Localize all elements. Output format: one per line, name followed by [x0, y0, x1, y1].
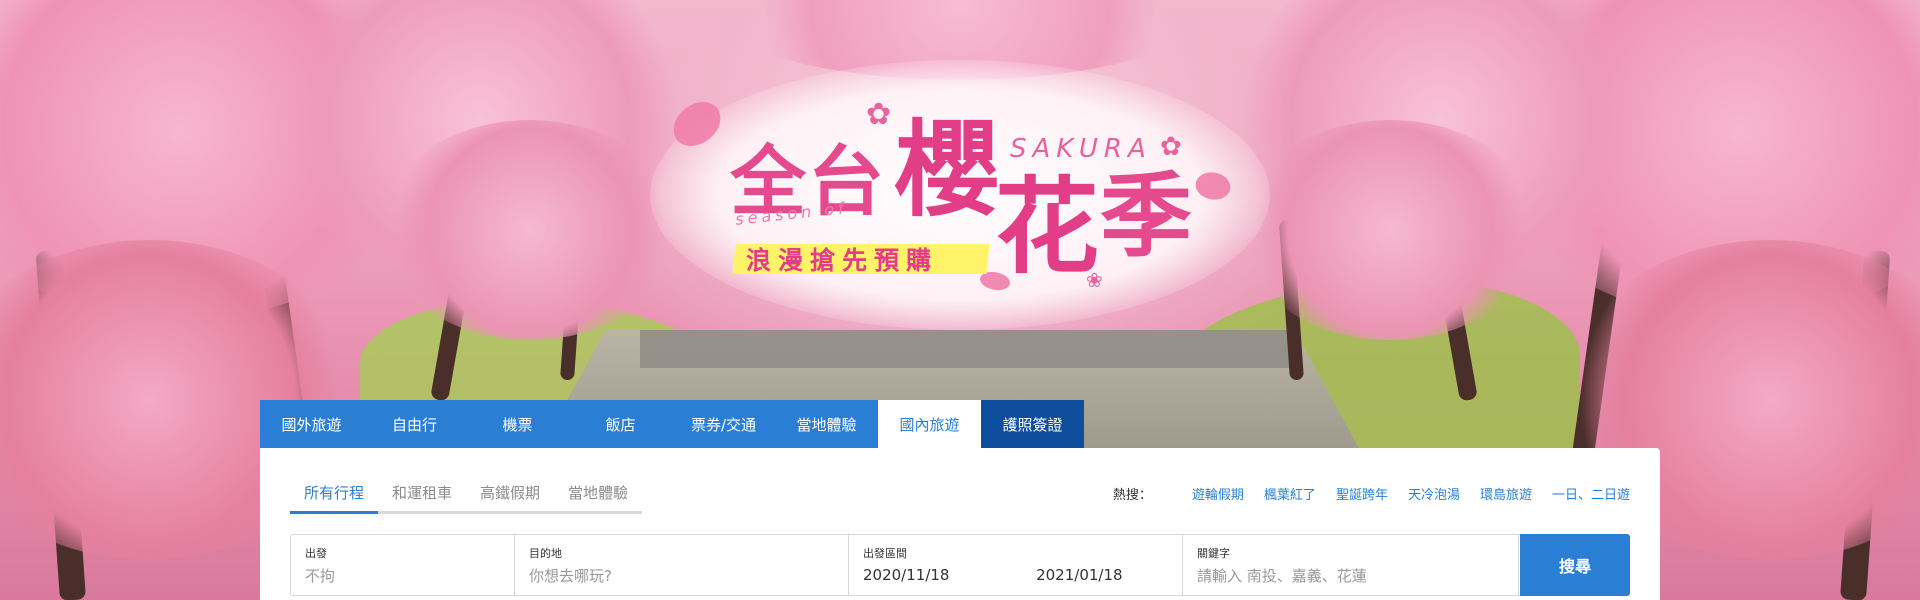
keyword-field[interactable]: 關鍵字 請輸入 南投、嘉義、花蓮 [1183, 535, 1519, 595]
keyword-placeholder: 請輸入 南投、嘉義、花蓮 [1197, 567, 1367, 585]
sub-tabs: 所有行程 和運租車 高鐵假期 當地體驗 [290, 482, 643, 514]
banner-title-char: 季 [1100, 162, 1193, 270]
main-tabs: 國外旅遊 自由行 機票 飯店 票券/交通 當地體驗 國內旅遊 護照簽證 [260, 400, 1084, 448]
destination-placeholder: 你想去哪玩? [529, 567, 612, 585]
end-date[interactable]: 2021/01/18 [1036, 566, 1122, 584]
tab-free-travel[interactable]: 自由行 [363, 400, 466, 448]
hot-search-link[interactable]: 天冷泡湯 [1408, 484, 1460, 503]
subtab-local-experience[interactable]: 當地體驗 [554, 482, 643, 514]
blossom-cluster [380, 120, 680, 340]
stone-wall [640, 330, 1300, 368]
tab-local-experience[interactable]: 當地體驗 [775, 400, 878, 448]
hot-search-link[interactable]: 環島旅遊 [1480, 484, 1532, 503]
hot-search-link[interactable]: 遊輪假期 [1192, 484, 1244, 503]
departure-value: 不拘 [305, 567, 336, 585]
search-bar: 出發 不拘 目的地 你想去哪玩? 出發區間 2020/11/18 2021/01… [290, 534, 1630, 596]
hot-search: 熱搜： 遊輪假期 楓葉紅了 聖誕跨年 天冷泡湯 環島旅遊 一日、二日遊 [1113, 484, 1630, 503]
tab-flights[interactable]: 機票 [466, 400, 569, 448]
start-date[interactable]: 2020/11/18 [863, 566, 1031, 584]
tab-international-travel[interactable]: 國外旅遊 [260, 400, 363, 448]
blossom-cluster [1240, 120, 1540, 340]
banner-english: SAKURA [1010, 134, 1152, 164]
hot-search-label: 熱搜： [1112, 488, 1152, 503]
search-panel: 所有行程 和運租車 高鐵假期 當地體驗 熱搜： 遊輪假期 楓葉紅了 聖誕跨年 天… [260, 448, 1660, 600]
subtab-hsr-holiday[interactable]: 高鐵假期 [466, 482, 555, 514]
tab-passport-visa[interactable]: 護照簽證 [981, 400, 1084, 448]
tab-tickets-transport[interactable]: 票券/交通 [672, 400, 775, 448]
keyword-label: 關鍵字 [1197, 547, 1230, 560]
subtab-all-trips[interactable]: 所有行程 [290, 482, 379, 514]
banner-subtitle: 浪漫搶先預購 [746, 246, 939, 275]
hot-search-link[interactable]: 楓葉紅了 [1264, 484, 1316, 503]
destination-label: 目的地 [529, 547, 562, 560]
subtab-car-rental[interactable]: 和運租車 [378, 482, 467, 514]
date-range-label: 出發區間 [863, 547, 907, 560]
banner-title-char: 花 [995, 165, 1100, 288]
hot-search-link[interactable]: 一日、二日遊 [1552, 484, 1630, 503]
flower-icon: ✿ [1160, 132, 1182, 162]
banner-title-char: 櫻 [895, 108, 1000, 231]
destination-field[interactable]: 目的地 你想去哪玩? [515, 535, 849, 595]
tab-hotels[interactable]: 飯店 [569, 400, 672, 448]
departure-label: 出發 [305, 547, 327, 560]
date-range-field[interactable]: 出發區間 2020/11/18 2021/01/18 [849, 535, 1183, 595]
tab-domestic-travel[interactable]: 國內旅遊 [878, 400, 981, 448]
departure-field[interactable]: 出發 不拘 [291, 535, 515, 595]
hot-search-link[interactable]: 聖誕跨年 [1336, 484, 1388, 503]
search-button[interactable]: 搜尋 [1520, 534, 1630, 596]
